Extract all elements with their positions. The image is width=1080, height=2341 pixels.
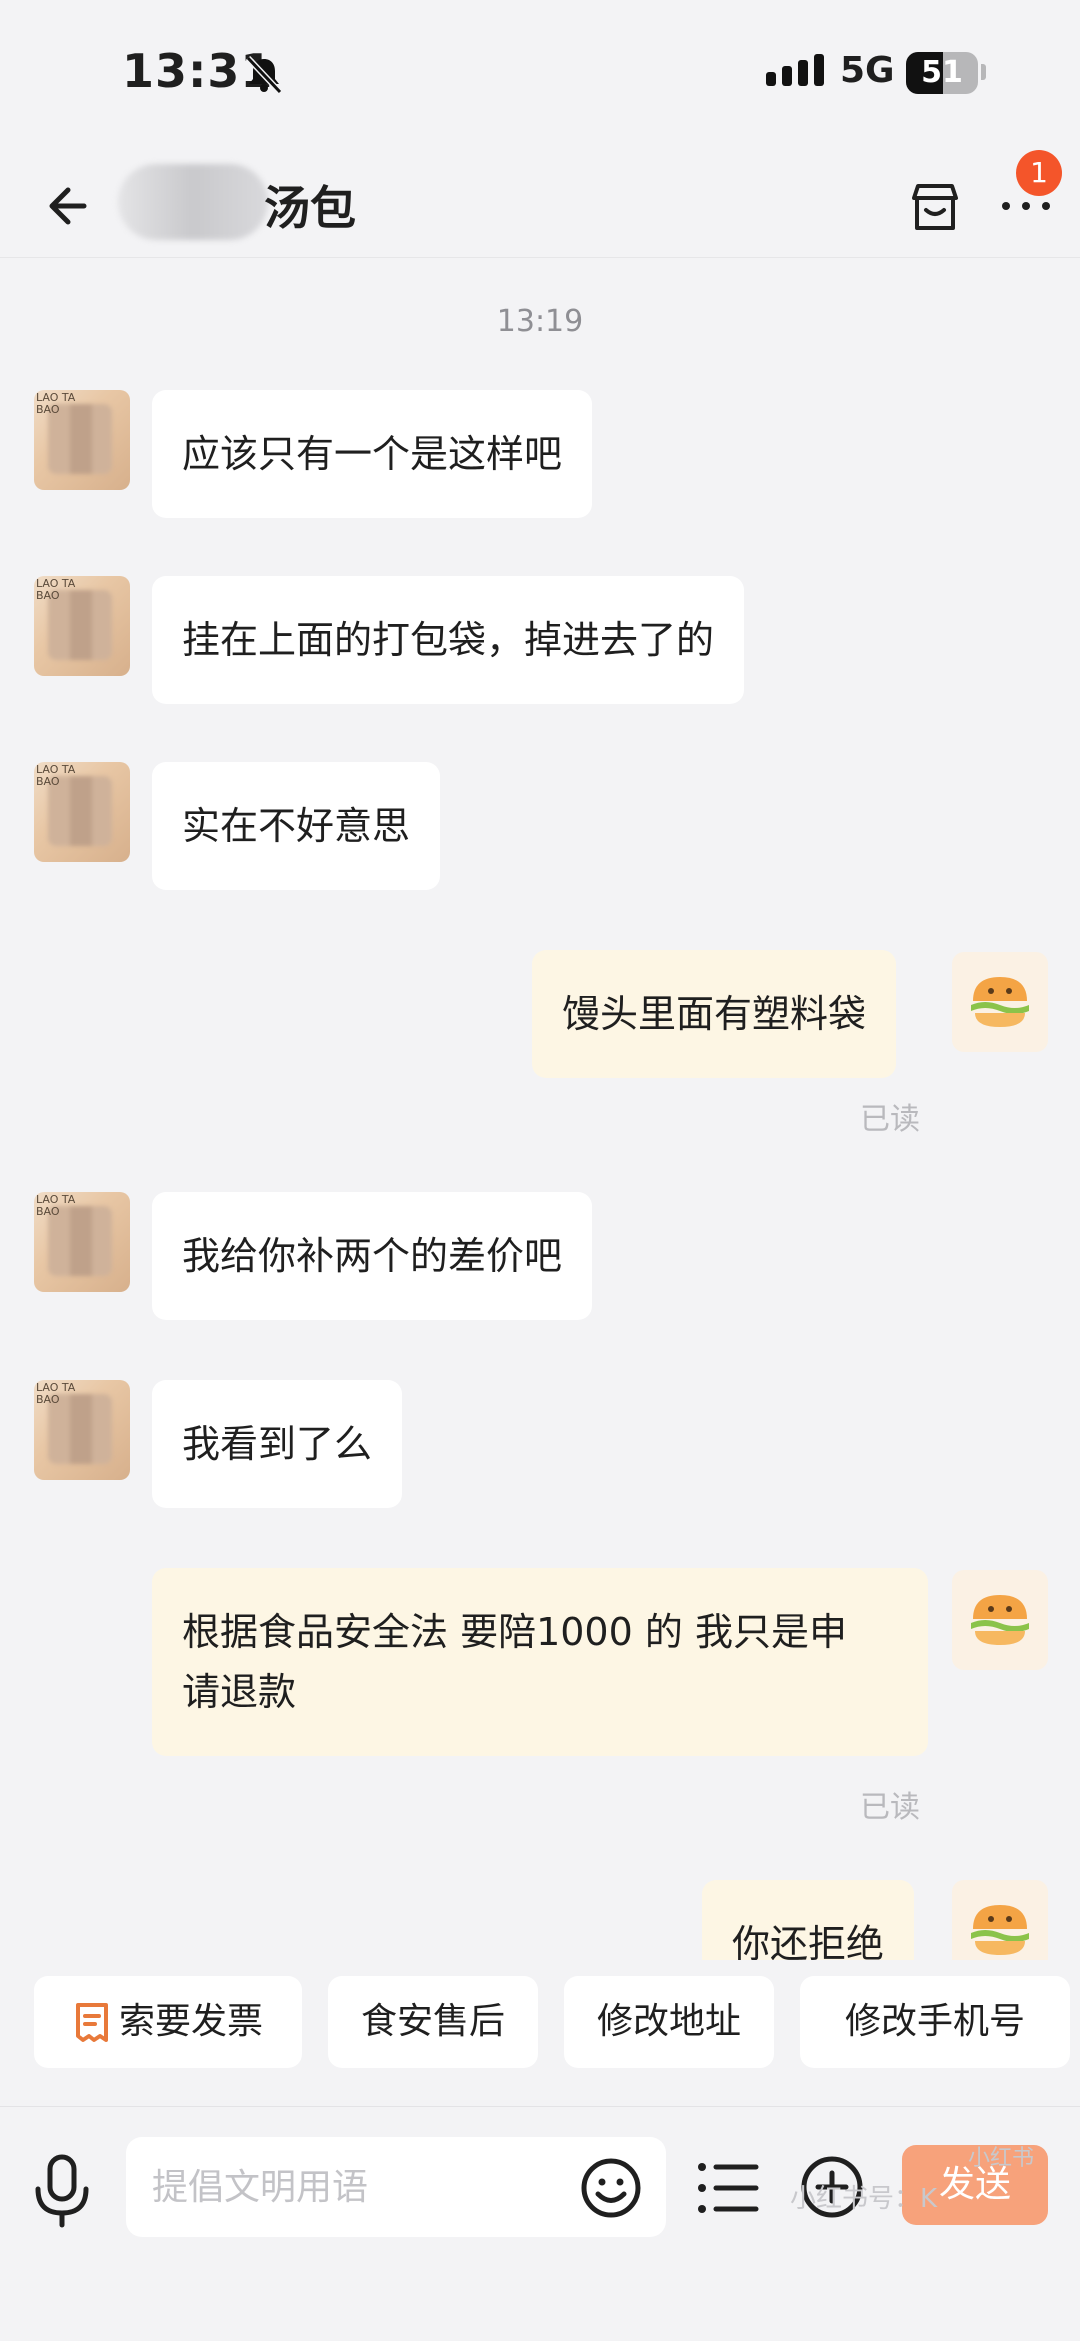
shop-avatar[interactable] xyxy=(34,390,130,490)
watermark: 小红书号：K xyxy=(790,2184,938,2214)
message-text-line: 请退款 xyxy=(182,1670,297,1714)
shop-avatar[interactable] xyxy=(34,762,130,862)
battery-icon: 51 xyxy=(906,52,978,94)
message-bubble-outgoing: 馒头里面有塑料袋 xyxy=(532,950,897,1078)
chip-label: 索要发票 xyxy=(118,2001,263,2042)
message-bubble-incoming: 挂在上面的打包袋，掉进去了的 xyxy=(152,576,745,704)
microphone-icon[interactable] xyxy=(30,2153,94,2229)
message-bubble-incoming: 应该只有一个是这样吧 xyxy=(152,390,593,518)
message-bubble-outgoing: 根据食品安全法 要陪1000 的 我只是申 请退款 xyxy=(152,1568,928,1756)
list-icon[interactable] xyxy=(696,2159,760,2217)
shop-avatar[interactable] xyxy=(34,1380,130,1480)
quick-action-change-address[interactable]: 修改地址 xyxy=(564,1976,774,2068)
quick-action-change-phone[interactable]: 修改手机号 xyxy=(800,1976,1070,2068)
battery-percent: 51 xyxy=(921,55,963,90)
input-bar: 发送 xyxy=(0,2106,1080,2341)
shop-avatar[interactable] xyxy=(34,1192,130,1292)
chip-label: 修改手机号 xyxy=(844,2001,1025,2042)
burger-icon xyxy=(971,1905,1029,1955)
battery-tip xyxy=(981,64,986,80)
blurred-name xyxy=(118,164,268,240)
message-text: 应该只有一个是这样吧 xyxy=(182,432,563,476)
read-status: 已读 xyxy=(860,1102,920,1137)
chip-label: 修改地址 xyxy=(596,2001,741,2042)
user-avatar[interactable] xyxy=(952,952,1048,1052)
user-avatar[interactable] xyxy=(952,1570,1048,1670)
network-type: 5G xyxy=(840,50,895,91)
chip-label: 食安售后 xyxy=(360,2001,505,2042)
read-status: 已读 xyxy=(860,1790,920,1825)
more-icon[interactable] xyxy=(998,194,1054,218)
chat-title[interactable]: 汤包 xyxy=(264,172,356,238)
message-text: 挂在上面的打包袋，掉进去了的 xyxy=(182,618,715,662)
message-bubble-incoming: 实在不好意思 xyxy=(152,762,441,890)
shop-avatar[interactable] xyxy=(34,576,130,676)
message-bubble-incoming: 我给你补两个的差价吧 xyxy=(152,1192,593,1320)
message-text: 我给你补两个的差价吧 xyxy=(182,1234,563,1278)
receipt-icon xyxy=(75,2003,108,2042)
burger-icon xyxy=(971,1595,1029,1645)
back-arrow-icon[interactable] xyxy=(38,178,94,234)
emoji-icon[interactable] xyxy=(580,2157,642,2219)
quick-action-food-safety[interactable]: 食安售后 xyxy=(328,1976,538,2068)
message-timestamp: 13:19 xyxy=(496,304,584,339)
status-bar: 13:31 5G 51 xyxy=(0,0,1080,150)
message-text: 馒头里面有塑料袋 xyxy=(562,992,867,1036)
notification-badge: 1 xyxy=(1016,150,1062,196)
watermark-logo: 小红书 xyxy=(968,2146,1035,2171)
chat-header: 汤包 1 xyxy=(0,150,1080,258)
message-text-line: 根据食品安全法 要陪1000 的 我只是申 xyxy=(182,1610,847,1654)
burger-icon xyxy=(971,977,1029,1027)
signal-icon xyxy=(766,54,824,86)
quick-actions-bar: 索要发票 食安售后 修改地址 修改手机号 xyxy=(0,1960,1080,2110)
bell-muted-icon xyxy=(245,55,283,94)
message-text: 我看到了么 xyxy=(182,1422,373,1466)
message-text: 实在不好意思 xyxy=(182,804,411,848)
quick-action-invoice[interactable]: 索要发票 xyxy=(34,1976,302,2068)
store-icon[interactable] xyxy=(908,180,962,234)
message-bubble-incoming: 我看到了么 xyxy=(152,1380,403,1508)
